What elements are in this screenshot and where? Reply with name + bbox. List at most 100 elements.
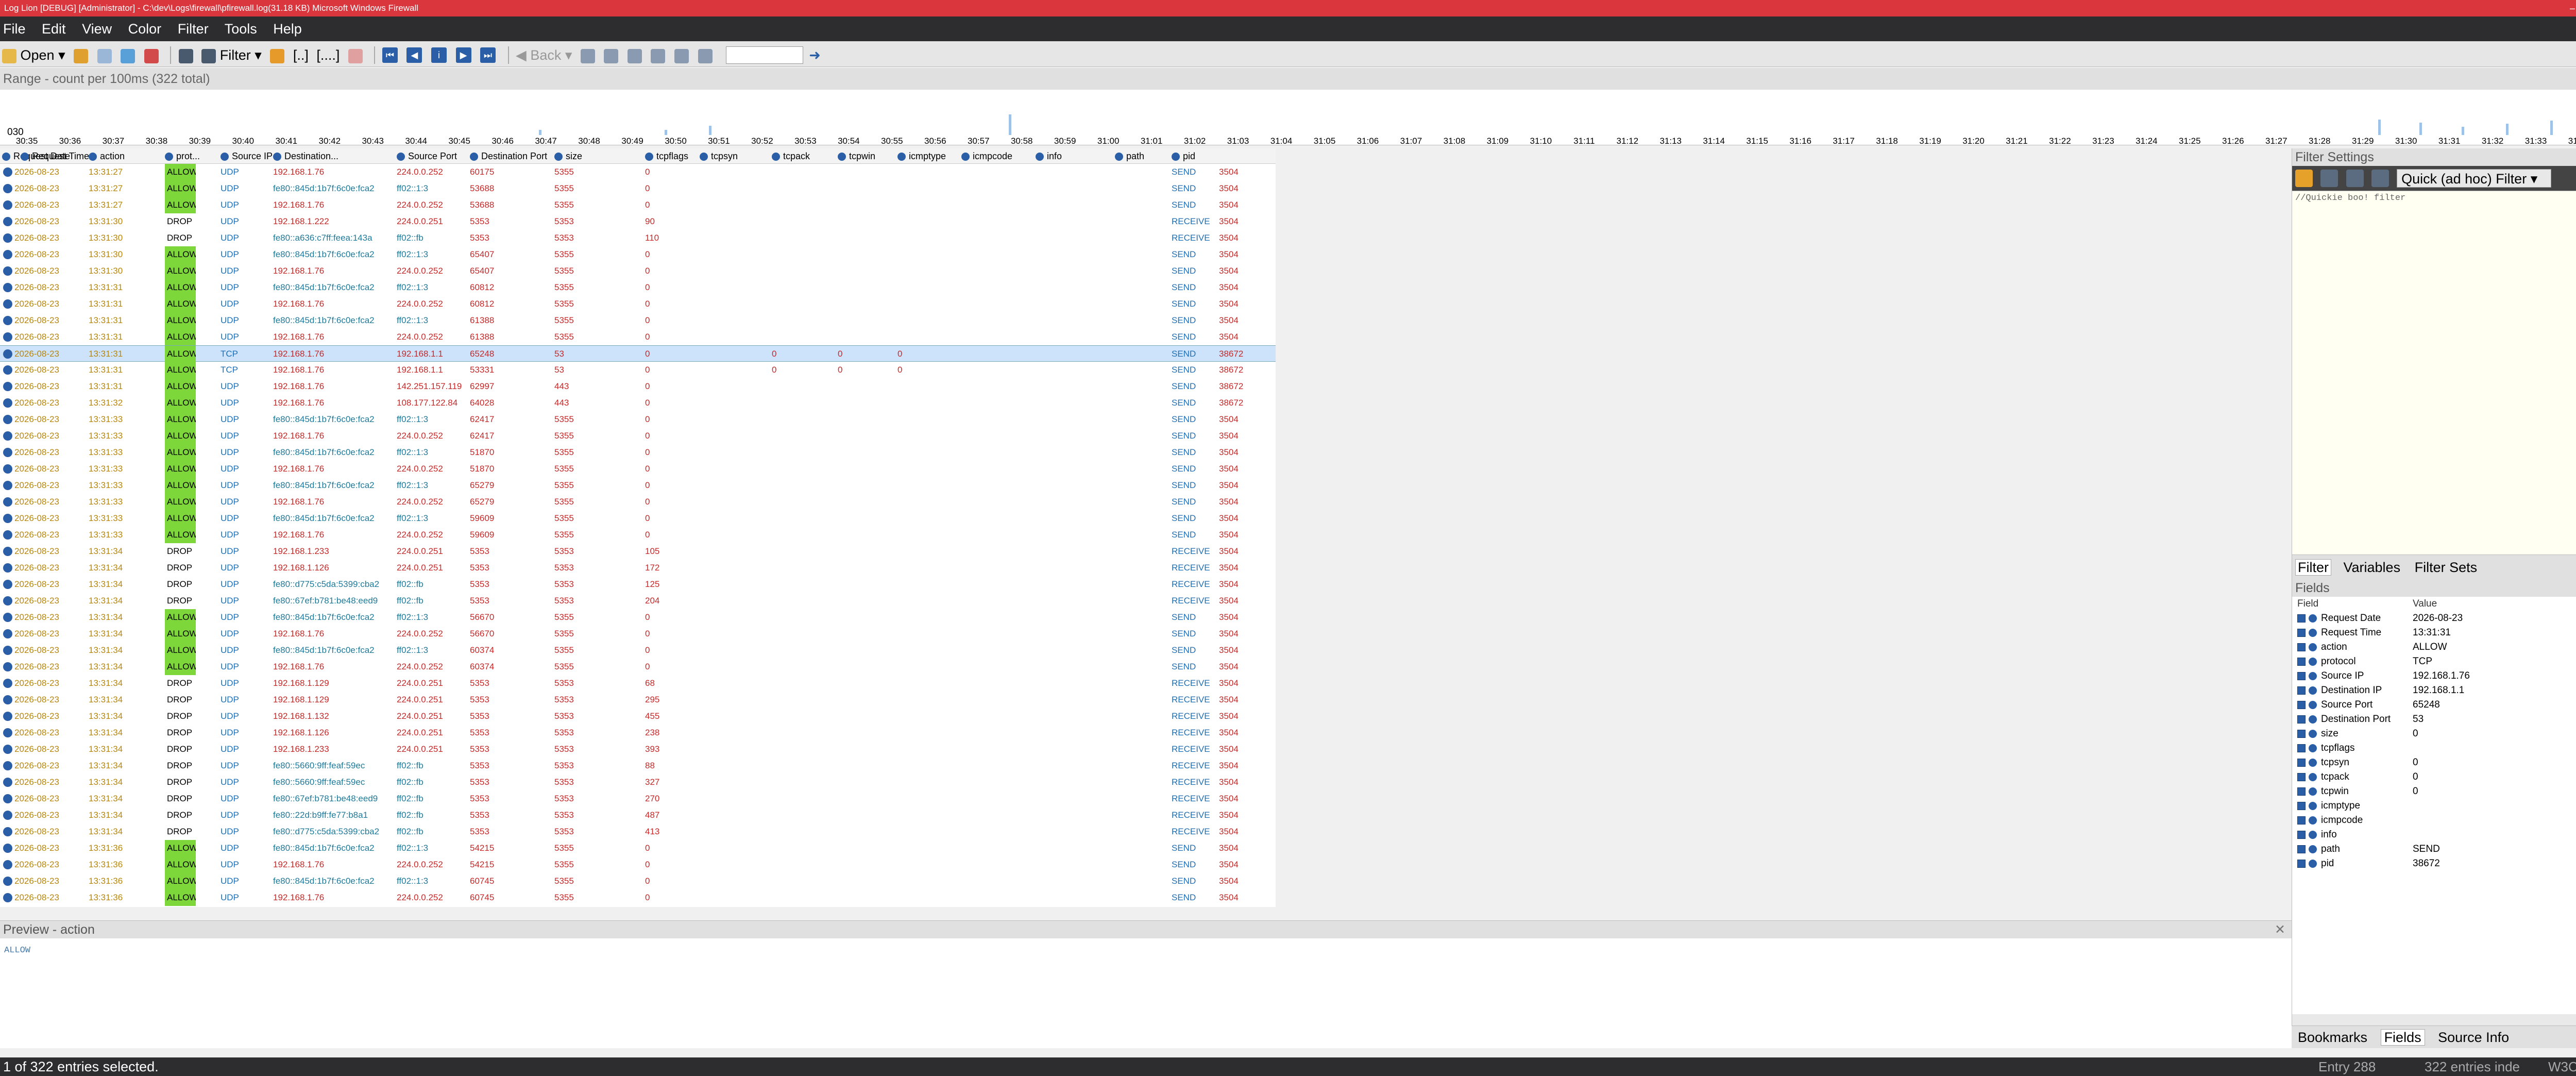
table-row[interactable]: 2026-08-23 13:31:33 ALLOW UDP 192.168.1.76 22…: [0, 494, 1276, 510]
field-checkbox[interactable]: [2297, 845, 2306, 853]
table-row[interactable]: 2026-08-23 13:31:31 ALLOW UDP fe80::845d:1b7…: [0, 312, 1276, 329]
save-button[interactable]: [73, 46, 89, 64]
field-checkbox[interactable]: [2297, 831, 2306, 839]
table-row[interactable]: 2026-08-23 13:31:34 DROP UDP 192.168.1.126 22…: [0, 560, 1276, 576]
column-header[interactable]: pid: [1172, 148, 1219, 164]
table-row[interactable]: 2026-08-23 13:31:36 ALLOW UDP fe80::845d:1b7…: [0, 873, 1276, 889]
filter-button[interactable]: Filter ▾: [201, 46, 262, 64]
table-row[interactable]: 2026-08-23 13:31:34 ALLOW UDP fe80::845d:1b7…: [0, 642, 1276, 659]
table-row[interactable]: 2026-08-23 13:31:27 ALLOW UDP fe80::845d:1b7…: [0, 180, 1276, 197]
field-checkbox[interactable]: [2297, 686, 2306, 695]
field-row[interactable]: tcpwin 0: [2292, 784, 2576, 799]
table-row[interactable]: 2026-08-23 13:31:33 ALLOW UDP 192.168.1.76 22…: [0, 428, 1276, 444]
field-checkbox[interactable]: [2297, 715, 2306, 724]
menu-edit[interactable]: Edit: [42, 21, 66, 37]
tab-filter-sets[interactable]: Filter Sets: [2413, 560, 2480, 575]
layout-button-5[interactable]: [698, 46, 713, 64]
filter-add-icon[interactable]: [2320, 170, 2338, 187]
layout-button-1[interactable]: [603, 46, 619, 64]
layout-button-3[interactable]: [650, 46, 666, 64]
preview-body[interactable]: ALLOW: [0, 938, 2292, 963]
menu-tools[interactable]: Tools: [225, 21, 257, 37]
column-header[interactable]: size: [554, 148, 645, 164]
go-button[interactable]: ➜: [807, 46, 823, 64]
table-row[interactable]: 2026-08-23 13:31:33 ALLOW UDP 192.168.1.76 22…: [0, 527, 1276, 543]
table-row[interactable]: 2026-08-23 13:31:34 DROP UDP fe80::d775:c5da…: [0, 823, 1276, 840]
table-row[interactable]: 2026-08-23 13:31:34 DROP UDP fe80::67ef:b781…: [0, 791, 1276, 807]
field-row[interactable]: tcpack 0: [2292, 770, 2576, 784]
table-row[interactable]: 2026-08-23 13:31:34 DROP UDP 192.168.1.126 22…: [0, 725, 1276, 741]
export-button[interactable]: [580, 46, 596, 64]
table-row[interactable]: 2026-08-23 13:31:34 DROP UDP 192.168.1.233 22…: [0, 543, 1276, 560]
table-row[interactable]: 2026-08-23 13:31:33 ALLOW UDP fe80::845d:1b7…: [0, 477, 1276, 494]
table-row[interactable]: 2026-08-23 13:31:31 ALLOW UDP 192.168.1.76 14…: [0, 378, 1276, 395]
refresh-button[interactable]: [120, 46, 135, 64]
field-row[interactable]: icmpcode: [2292, 813, 2576, 828]
table-row[interactable]: 2026-08-23 13:31:36 ALLOW UDP 192.168.1.76 22…: [0, 856, 1276, 873]
tab-fields[interactable]: Fields: [2380, 1029, 2425, 1046]
table-row[interactable]: 2026-08-23 13:31:27 ALLOW UDP 192.168.1.76 22…: [0, 197, 1276, 213]
table-row[interactable]: 2026-08-23 13:31:33 ALLOW UDP fe80::845d:1b7…: [0, 411, 1276, 428]
table-row[interactable]: 2026-08-23 13:31:34 ALLOW UDP 192.168.1.76 22…: [0, 626, 1276, 642]
bracket-button[interactable]: [..]: [293, 46, 309, 64]
table-row[interactable]: 2026-08-23 13:31:31 ALLOW TCP 192.168.1.76 19…: [0, 345, 1276, 362]
filter-select[interactable]: Quick (ad hoc) Filter ▾: [2397, 169, 2552, 188]
column-header[interactable]: Destination...: [273, 148, 397, 164]
table-row[interactable]: 2026-08-23 13:31:33 ALLOW UDP fe80::845d:1b7…: [0, 444, 1276, 461]
column-header[interactable]: icmpcode: [961, 148, 1036, 164]
funnel-icon[interactable]: [2371, 170, 2389, 187]
table-row[interactable]: 2026-08-23 13:31:34 DROP UDP 192.168.1.129 22…: [0, 692, 1276, 708]
menu-help[interactable]: Help: [273, 21, 302, 37]
field-row[interactable]: Request Date 2026-08-23: [2292, 611, 2576, 626]
field-checkbox[interactable]: [2297, 802, 2306, 810]
next-icon[interactable]: ▶: [455, 47, 471, 63]
table-row[interactable]: 2026-08-23 13:31:34 DROP UDP 192.168.1.132 22…: [0, 708, 1276, 725]
field-checkbox[interactable]: [2297, 816, 2306, 825]
column-header[interactable]: icmptype: [897, 148, 961, 164]
field-checkbox[interactable]: [2297, 701, 2306, 709]
info-icon[interactable]: i: [431, 47, 447, 63]
field-checkbox[interactable]: [2297, 773, 2306, 781]
field-row[interactable]: Source Port 65248: [2292, 698, 2576, 712]
field-row[interactable]: tcpsyn 0: [2292, 755, 2576, 770]
table-row[interactable]: 2026-08-23 13:31:34 DROP UDP fe80::d775:c5da…: [0, 576, 1276, 593]
tab-variables[interactable]: Variables: [2342, 560, 2403, 575]
table-row[interactable]: 2026-08-23 13:31:30 ALLOW UDP fe80::845d:1b7…: [0, 246, 1276, 263]
table-row[interactable]: 2026-08-23 13:31:30 DROP UDP 192.168.1.222 22…: [0, 213, 1276, 230]
column-header[interactable]: path: [1115, 148, 1172, 164]
table-row[interactable]: 2026-08-23 13:31:34 ALLOW UDP 192.168.1.76 22…: [0, 659, 1276, 675]
close-icon[interactable]: ✕: [2275, 921, 2285, 938]
column-header[interactable]: tcpsyn: [700, 148, 772, 164]
column-header[interactable]: action: [89, 148, 165, 164]
table-row[interactable]: 2026-08-23 13:31:34 DROP UDP fe80::22d:b9ff:…: [0, 807, 1276, 823]
column-header[interactable]: Request Time: [21, 148, 89, 164]
open-button[interactable]: Open ▾: [2, 46, 65, 64]
field-row[interactable]: tcpflags: [2292, 741, 2576, 755]
field-row[interactable]: path SEND: [2292, 842, 2576, 856]
column-header[interactable]: Source Port: [397, 148, 470, 164]
table-row[interactable]: 2026-08-23 13:31:34 DROP UDP 192.168.1.233 22…: [0, 741, 1276, 758]
table-row[interactable]: 2026-08-23 13:31:27 ALLOW UDP 192.168.1.76 22…: [0, 164, 1276, 180]
table-row[interactable]: 2026-08-23 13:31:31 ALLOW TCP 192.168.1.76 19…: [0, 362, 1276, 378]
field-checkbox[interactable]: [2297, 787, 2306, 796]
column-header[interactable]: prot...: [165, 148, 221, 164]
field-row[interactable]: size 0: [2292, 727, 2576, 741]
field-row[interactable]: pid 38672: [2292, 856, 2576, 871]
funnel-icon[interactable]: [2346, 170, 2364, 187]
table-row[interactable]: 2026-08-23 13:31:34 ALLOW UDP fe80::845d:1b7…: [0, 609, 1276, 626]
field-checkbox[interactable]: [2297, 759, 2306, 767]
menu-file[interactable]: File: [3, 21, 26, 37]
splitter[interactable]: [0, 907, 2292, 920]
log-grid[interactable]: Request Date Request Time action prot... Sou…: [0, 148, 1276, 907]
field-row[interactable]: Request Time 13:31:31: [2292, 626, 2576, 640]
field-row[interactable]: Destination IP 192.168.1.1: [2292, 683, 2576, 698]
column-header[interactable]: info: [1036, 148, 1115, 164]
clear-button[interactable]: [348, 46, 363, 64]
field-checkbox[interactable]: [2297, 658, 2306, 666]
column-header[interactable]: Destination Port: [470, 148, 554, 164]
delete-button[interactable]: [144, 46, 159, 64]
table-row[interactable]: 2026-08-23 13:31:33 ALLOW UDP 192.168.1.76 22…: [0, 461, 1276, 477]
column-header[interactable]: Source IP: [221, 148, 273, 164]
field-row[interactable]: Destination Port 53: [2292, 712, 2576, 727]
back-button[interactable]: ◀ Back ▾: [516, 46, 572, 64]
